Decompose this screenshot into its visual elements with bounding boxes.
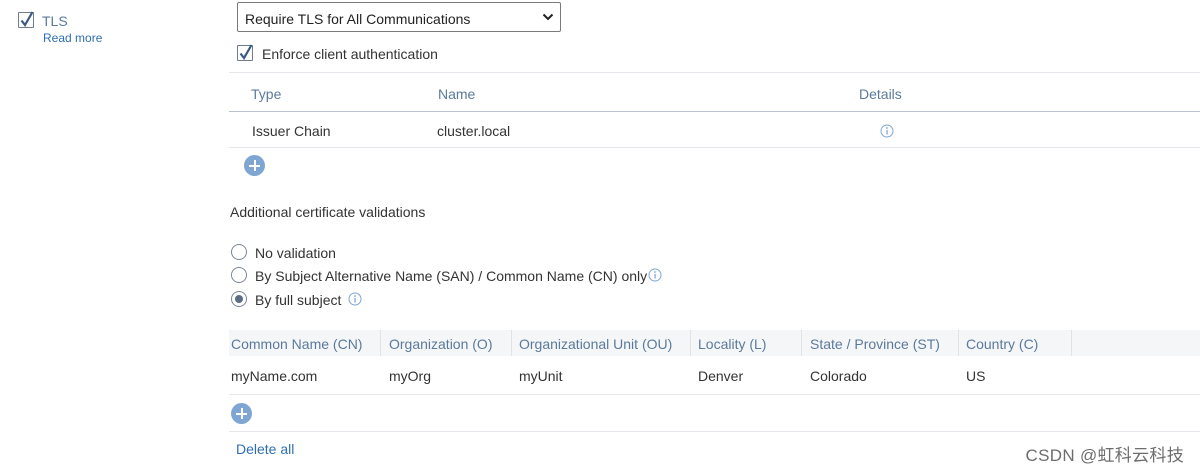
column-header-cn: Common Name (CN) [231,336,363,352]
info-icon[interactable] [880,124,894,138]
divider [229,72,1200,73]
radio-full-subject-label: By full subject [255,292,342,308]
cell-o: myOrg [389,368,431,384]
tls-checkbox[interactable] [18,11,34,28]
validations-title: Additional certificate validations [230,204,426,220]
divider [229,431,1200,432]
divider [229,394,1200,395]
client-auth-checkbox[interactable] [237,44,253,61]
column-header-st: State / Province (ST) [810,336,940,352]
column-separator [690,330,691,356]
column-separator [958,330,959,356]
tls-mode-value: Require TLS for All Communications [245,11,471,27]
checkmark-icon [20,11,34,27]
radio-san-cn[interactable] [231,267,247,283]
delete-all-link[interactable]: Delete all [236,441,294,457]
cell-c: US [966,368,986,384]
client-auth-label: Enforce client authentication [262,46,438,62]
column-header-c: Country (C) [966,336,1039,352]
radio-full-subject[interactable] [231,291,247,307]
cell-l: Denver [698,368,744,384]
info-icon[interactable] [648,268,662,282]
column-separator [511,330,512,356]
info-icon[interactable] [348,292,362,306]
header-divider [229,111,1200,112]
cell-ou: myUnit [519,368,563,384]
chevron-down-icon [542,13,554,21]
cell-st: Colorado [810,368,867,384]
row-type: Issuer Chain [252,123,331,139]
column-header-ou: Organizational Unit (OU) [519,336,673,352]
column-separator [380,330,381,356]
tls-mode-select[interactable]: Require TLS for All Communications [237,2,561,32]
add-trust-button[interactable] [244,155,265,176]
row-name: cluster.local [437,123,511,139]
radio-san-cn-label: By Subject Alternative Name (SAN) / Comm… [255,268,648,284]
column-header-details: Details [859,86,902,102]
checkmark-icon [239,44,253,60]
add-subject-button[interactable] [231,403,252,424]
column-header-o: Organization (O) [389,336,493,352]
watermark: CSDN @虹科云科技 [1025,446,1184,465]
read-more-link[interactable]: Read more [43,31,102,45]
column-header-type: Type [251,86,282,102]
column-header-name: Name [438,86,476,102]
divider [229,147,1200,148]
radio-no-validation-label: No validation [255,245,336,261]
tls-label: TLS [42,13,68,29]
column-separator [801,330,802,356]
column-header-l: Locality (L) [698,336,767,352]
column-separator [1071,330,1072,356]
cell-cn: myName.com [231,368,318,384]
radio-no-validation[interactable] [231,244,247,260]
